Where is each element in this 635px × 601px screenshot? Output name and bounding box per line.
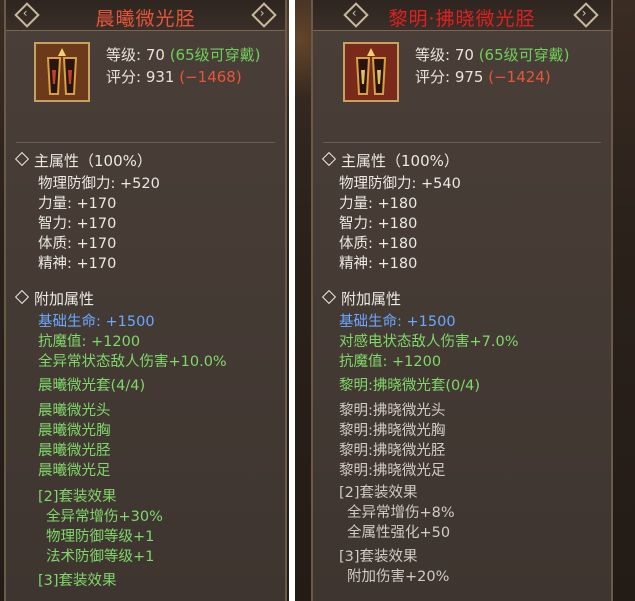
item-title: 黎明·拂晓微光胫 <box>388 8 536 30</box>
set-piece: 晨曦微光头 <box>38 403 111 419</box>
diamond-bullet-icon <box>321 151 337 167</box>
stat-line: 智力: +170 <box>38 216 117 232</box>
set-effect-header: [2]套装效果 <box>339 485 418 501</box>
item-icon[interactable] <box>34 42 90 102</box>
diamond-bullet-icon <box>321 289 337 305</box>
extra-stat-green: 抗魔值: +1200 <box>38 334 141 350</box>
set-effect-line: 全异常增伤+8% <box>347 505 455 521</box>
set-piece: 黎明:拂晓微光胫 <box>339 443 446 459</box>
extra-stat-green: 抗魔值: +1200 <box>339 354 442 370</box>
level-row: 等级: 70 (65级可穿戴) <box>106 44 261 65</box>
set-effect-line: 全属性强化+50 <box>347 525 451 541</box>
stat-line: 体质: +170 <box>38 236 117 252</box>
title-bar: ‹ 黎明·拂晓微光胫 › <box>313 0 611 31</box>
set-effect-line: 全异常增伤+30% <box>46 509 163 525</box>
greaves-icon <box>36 44 88 100</box>
greaves-icon <box>345 44 397 100</box>
stat-line: 力量: +170 <box>38 196 117 212</box>
stat-line: 物理防御力: +540 <box>339 176 461 192</box>
set-effect-line: 法术防御等级+1 <box>46 549 155 565</box>
stat-line: 智力: +180 <box>339 216 418 232</box>
main-attr-header: 主属性（100%） <box>321 150 459 171</box>
separator <box>323 142 601 143</box>
stat-line: 体质: +180 <box>339 236 418 252</box>
level-label: 等级: 70 <box>106 46 165 64</box>
stat-line: 力量: +180 <box>339 196 418 212</box>
set-effect-line: 附加伤害+20% <box>347 569 450 585</box>
extra-stat-green: 全异常状态敌人伤害+10.0% <box>38 354 227 370</box>
set-effect-header: [2]套装效果 <box>38 489 117 505</box>
set-piece: 晨曦微光足 <box>38 463 111 479</box>
extra-stat-green: 对感电状态敌人伤害+7.0% <box>339 334 519 350</box>
set-effect-header: [3]套装效果 <box>38 573 117 589</box>
item-tooltip-left: ‹ 晨曦微光胫 › 等级: 70 (65级可穿戴) 评分: 931 (−1468… <box>4 0 287 601</box>
level-label: 等级: 70 <box>415 46 474 64</box>
item-tooltip-right: ‹ 黎明·拂晓微光胫 › 等级: 70 (65级可穿戴) 评分: 975 (−1… <box>311 0 613 601</box>
stat-line: 精神: +180 <box>339 256 418 272</box>
set-name: 黎明:拂晓微光套(0/4) <box>339 378 481 394</box>
set-piece: 黎明:拂晓微光足 <box>339 463 446 479</box>
diamond-bullet-icon <box>14 151 30 167</box>
score-diff: (−1468) <box>179 68 242 86</box>
score-diff: (−1424) <box>488 68 551 86</box>
wear-note: (65级可穿戴) <box>169 46 261 64</box>
item-icon[interactable] <box>343 42 399 102</box>
set-name: 晨曦微光套(4/4) <box>38 378 146 394</box>
level-row: 等级: 70 (65级可穿戴) <box>415 44 570 65</box>
separator <box>16 142 275 143</box>
set-piece: 晨曦微光胫 <box>38 443 111 459</box>
image-divider <box>289 0 295 601</box>
item-title: 晨曦微光胫 <box>95 8 196 30</box>
extra-attr-header: 附加属性 <box>14 288 94 309</box>
main-attr-header: 主属性（100%） <box>14 150 152 171</box>
set-effect-line: 物理防御等级+1 <box>46 529 155 545</box>
diamond-bullet-icon <box>14 289 30 305</box>
score-row: 评分: 975 (−1424) <box>415 66 551 87</box>
set-piece: 晨曦微光胸 <box>38 423 111 439</box>
set-effect-header: [3]套装效果 <box>339 549 418 565</box>
stat-line: 精神: +170 <box>38 256 117 272</box>
score-label: 评分: 975 <box>415 68 484 86</box>
score-row: 评分: 931 (−1468) <box>106 66 242 87</box>
extra-stat-blue: 基础生命: +1500 <box>38 314 155 330</box>
extra-attr-header: 附加属性 <box>321 288 401 309</box>
title-bar: ‹ 晨曦微光胫 › <box>6 0 285 31</box>
set-piece: 黎明:拂晓微光胸 <box>339 423 446 439</box>
wear-note: (65级可穿戴) <box>478 46 570 64</box>
score-label: 评分: 931 <box>106 68 175 86</box>
stat-line: 物理防御力: +520 <box>38 176 160 192</box>
set-piece: 黎明:拂晓微光头 <box>339 403 446 419</box>
extra-stat-blue: 基础生命: +1500 <box>339 314 456 330</box>
